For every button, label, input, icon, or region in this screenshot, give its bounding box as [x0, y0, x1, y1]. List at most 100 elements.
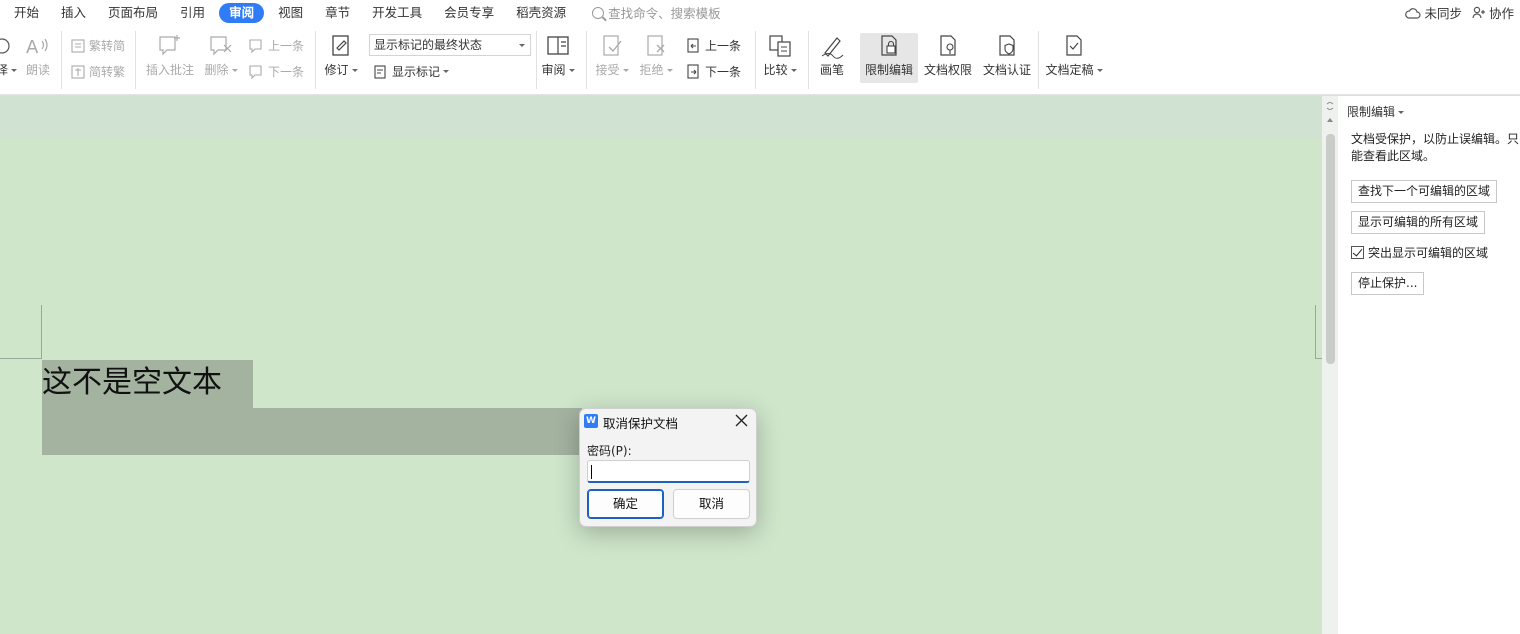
finalize-label: 文档定稿 — [1045, 63, 1094, 77]
menu-view[interactable]: 视图 — [270, 3, 311, 23]
prev-comment-label: 上一条 — [268, 39, 305, 53]
doc-permission-button[interactable]: 文档权限 — [922, 33, 974, 78]
menu-developer[interactable]: 开发工具 — [364, 3, 430, 23]
document-top-margin — [0, 96, 1322, 138]
simp-to-trad-button[interactable]: 简转繁 — [70, 63, 125, 80]
show-all-editable-button[interactable]: 显示可编辑的所有区域 — [1351, 211, 1486, 234]
insert-comment-button[interactable]: 插入批注 — [144, 33, 196, 78]
delete-comment-button[interactable]: 删除 — [203, 33, 239, 78]
translate-button[interactable]: 译 — [0, 33, 18, 78]
revise-button[interactable]: 修订 — [323, 33, 359, 78]
simp-to-trad-label: 简转繁 — [89, 65, 126, 79]
accept-label: 接受 — [595, 63, 620, 77]
menu-start[interactable]: 开始 — [6, 3, 47, 23]
review-pane-button[interactable]: 审阅 — [540, 33, 576, 78]
reject-icon — [647, 35, 665, 56]
menu-insert[interactable]: 插入 — [53, 3, 94, 23]
command-search[interactable]: 查找命令、搜索模板 — [592, 3, 721, 22]
markup-state-select[interactable]: 显示标记的最终状态 — [369, 34, 531, 56]
next-comment-button[interactable]: 下一条 — [248, 63, 304, 80]
scroll-up-arrow-icon[interactable] — [1327, 118, 1333, 122]
highlight-editable-checkbox[interactable]: 突出显示可编辑的区域 — [1351, 244, 1488, 261]
separator — [1038, 31, 1039, 89]
collab-button[interactable]: 协作 — [1472, 3, 1514, 22]
separator — [315, 31, 316, 89]
cancel-button[interactable]: 取消 — [673, 489, 750, 519]
revise-label: 修订 — [324, 63, 349, 77]
menu-chapter[interactable]: 章节 — [317, 3, 358, 23]
next-change-icon — [687, 63, 699, 79]
scroll-thumb[interactable] — [1326, 134, 1335, 364]
compare-button[interactable]: 比较 — [762, 33, 798, 78]
document-text[interactable]: 这不是空文本 — [42, 360, 253, 408]
compare-icon — [769, 35, 791, 57]
menu-member[interactable]: 会员专享 — [436, 3, 502, 23]
finalize-button[interactable]: 文档定稿 — [1044, 33, 1104, 78]
next-comment-icon — [249, 64, 262, 79]
menu-page-layout[interactable]: 页面布局 — [100, 3, 166, 23]
separator — [61, 31, 62, 89]
stop-protect-button[interactable]: 停止保护... — [1351, 272, 1425, 295]
translate-icon — [0, 38, 10, 54]
compare-label: 比较 — [763, 63, 788, 77]
menu-docer-resources[interactable]: 稻壳资源 — [508, 3, 574, 23]
find-next-editable-button[interactable]: 查找下一个可编辑的区域 — [1351, 180, 1498, 203]
doc-cert-label: 文档认证 — [982, 63, 1031, 77]
prev-comment-button[interactable]: 上一条 — [248, 37, 304, 54]
margin-corner-mark — [0, 358, 42, 359]
reject-button[interactable]: 拒绝 — [638, 33, 674, 78]
close-icon[interactable] — [735, 414, 748, 427]
sync-label: 未同步 — [1424, 6, 1462, 21]
accept-button[interactable]: 接受 — [594, 33, 630, 78]
next-comment-label: 下一条 — [268, 65, 305, 79]
translate-label: 译 — [0, 63, 9, 77]
password-input[interactable] — [587, 460, 750, 483]
menu-bar: 开始 插入 页面布局 引用 审阅 视图 章节 开发工具 会员专享 稻壳资源 查找… — [0, 0, 1520, 25]
trad-to-simp-button[interactable]: 繁转简 — [70, 37, 125, 54]
show-markup-label: 显示标记 — [392, 65, 441, 79]
text-selection-highlight — [42, 408, 582, 455]
next-change-button[interactable]: 下一条 — [685, 63, 741, 80]
prev-change-icon — [687, 37, 699, 53]
doc-permission-label: 文档权限 — [923, 63, 972, 77]
read-aloud-icon: A — [26, 37, 48, 58]
vertical-scrollbar[interactable] — [1322, 96, 1338, 634]
separator — [536, 31, 537, 89]
doc-cert-button[interactable]: 文档认证 — [981, 33, 1033, 78]
ok-button[interactable]: 确定 — [587, 489, 664, 519]
pane-title[interactable]: 限制编辑 — [1347, 103, 1405, 120]
command-search-placeholder: 查找命令、搜索模板 — [608, 6, 721, 21]
menu-review[interactable]: 审阅 — [219, 2, 265, 23]
next-change-label: 下一条 — [705, 65, 742, 79]
restrict-edit-button[interactable]: 限制编辑 — [860, 33, 918, 83]
prev-change-button[interactable]: 上一条 — [685, 37, 741, 54]
chevron-down-icon — [1398, 111, 1405, 114]
show-markup-button[interactable]: 显示标记 — [373, 63, 450, 80]
chevron-down-icon — [519, 44, 525, 47]
simp-trad-icon — [71, 64, 85, 79]
pen-button[interactable]: 画笔 — [816, 33, 848, 78]
margin-corner-mark — [41, 305, 42, 359]
revise-icon — [332, 35, 349, 56]
read-aloud-label: 朗读 — [25, 63, 50, 77]
dialog-titlebar[interactable]: W 取消保护文档 — [580, 409, 756, 433]
reject-label: 拒绝 — [639, 63, 664, 77]
accept-icon — [603, 35, 622, 56]
prev-change-label: 上一条 — [705, 39, 742, 53]
cloud-icon — [1405, 7, 1421, 19]
pane-title-label: 限制编辑 — [1347, 105, 1396, 119]
unprotect-dialog: W 取消保护文档 密码(P): 确定 取消 — [579, 408, 757, 527]
separator — [586, 31, 587, 89]
trad-to-simp-label: 繁转简 — [89, 39, 126, 53]
ribbon: 译 A 朗读 繁转简 简转繁 插入批注 删除 上一条 下一条 修订 显示标记的最… — [0, 25, 1520, 95]
prev-comment-icon — [249, 38, 262, 53]
wps-writer-logo-icon: W — [584, 414, 598, 428]
password-label: 密码(P): — [587, 444, 632, 458]
read-aloud-button[interactable]: A 朗读 — [24, 33, 52, 78]
svg-text:A: A — [26, 37, 39, 58]
doc-cert-icon — [999, 35, 1015, 56]
menu-reference[interactable]: 引用 — [172, 3, 213, 23]
user-add-icon — [1472, 6, 1485, 19]
separator — [135, 31, 136, 89]
sync-status[interactable]: 未同步 — [1405, 3, 1462, 22]
